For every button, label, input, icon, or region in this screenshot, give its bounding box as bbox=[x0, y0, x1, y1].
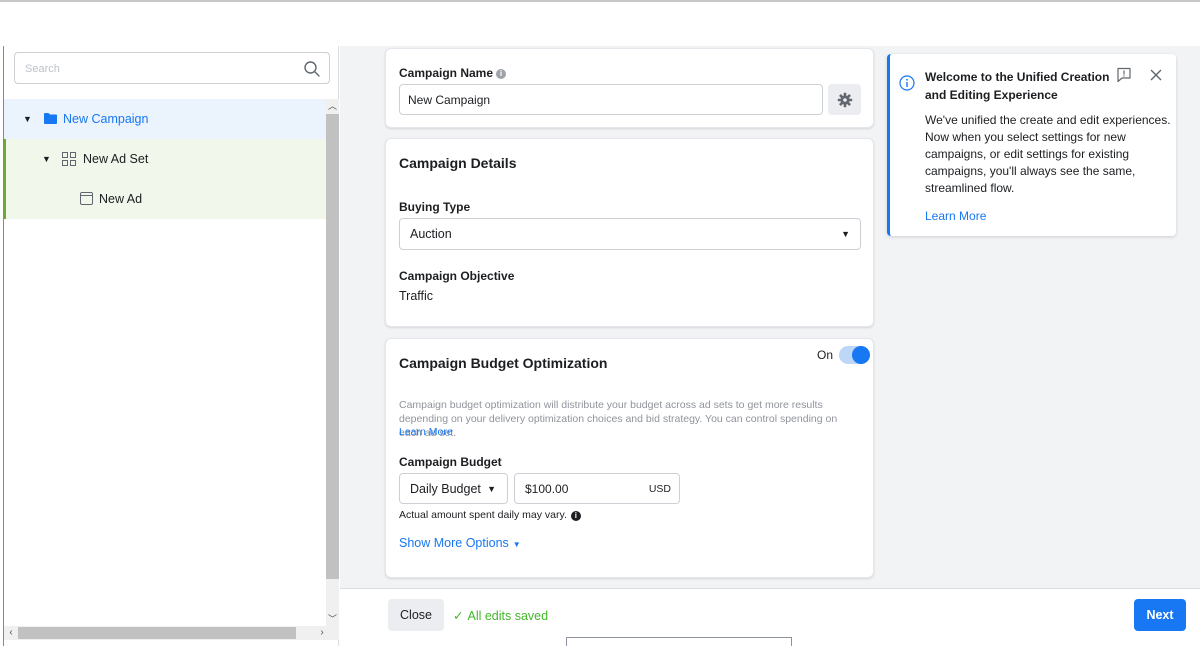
tree-item-campaign[interactable]: ▼ New Campaign bbox=[4, 99, 326, 139]
tree-item-ad[interactable]: New Ad bbox=[4, 179, 326, 219]
save-status: ✓ All edits saved bbox=[453, 609, 549, 623]
show-more-options-link[interactable]: Show More Options ▼ bbox=[399, 536, 521, 550]
welcome-title: Welcome to the Unified Creation and Edit… bbox=[925, 70, 1110, 102]
scroll-left-arrow[interactable]: ‹ bbox=[4, 626, 18, 640]
info-icon[interactable]: i bbox=[496, 69, 507, 79]
toggle-knob bbox=[852, 346, 870, 364]
editor-footer: Close ✓ All edits saved Next bbox=[340, 588, 1200, 646]
caret-down-icon: ▼ bbox=[512, 540, 521, 549]
adset-accent-bar bbox=[4, 139, 6, 219]
campaign-objective-value: Traffic bbox=[399, 289, 434, 303]
campaign-objective-label: Campaign Objective bbox=[399, 269, 515, 283]
campaign-name-input[interactable] bbox=[399, 84, 823, 115]
campaign-details-card: Campaign Details Buying Type Auction ▼ C… bbox=[385, 138, 874, 327]
vertical-scrollbar[interactable]: ︿ ﹀ bbox=[326, 99, 339, 626]
gear-icon bbox=[837, 92, 852, 107]
learn-more-link[interactable]: Learn More bbox=[399, 426, 453, 438]
budget-amount-value[interactable]: $100.00 bbox=[525, 482, 568, 496]
tree-item-label: New Ad Set bbox=[83, 152, 149, 166]
dropdown-arrow-icon: ▼ bbox=[841, 229, 850, 239]
tree-item-label: New Ad bbox=[99, 192, 143, 206]
campaign-name-label: Campaign Name i bbox=[399, 66, 507, 80]
scroll-up-arrow[interactable]: ︿ bbox=[326, 99, 339, 113]
tree-item-label: New Campaign bbox=[63, 112, 149, 126]
campaign-details-title: Campaign Details bbox=[399, 155, 517, 171]
buying-type-label: Buying Type bbox=[399, 200, 471, 214]
budget-type-select[interactable]: Daily Budget ▼ bbox=[399, 473, 508, 504]
welcome-body: We've unified the create and edit experi… bbox=[925, 113, 1171, 195]
checkmark-icon: ✓ bbox=[453, 609, 464, 623]
budget-optimization-description: Campaign budget optimization will distri… bbox=[399, 399, 838, 439]
welcome-panel: Welcome to the Unified Creation and Edit… bbox=[887, 54, 1176, 236]
campaign-budget-label: Campaign Budget bbox=[399, 455, 502, 469]
close-button[interactable]: Close bbox=[388, 599, 444, 631]
info-icon[interactable]: i bbox=[570, 511, 581, 521]
budget-type-value: Daily Budget bbox=[410, 482, 481, 496]
search-box[interactable] bbox=[14, 52, 330, 84]
budget-optimization-title: Campaign Budget Optimization bbox=[399, 355, 608, 371]
caret-down-icon[interactable]: ▼ bbox=[23, 114, 32, 124]
caret-down-icon[interactable]: ▼ bbox=[42, 154, 51, 164]
close-icon[interactable] bbox=[1149, 68, 1163, 82]
folder-icon bbox=[44, 113, 57, 124]
grid-icon bbox=[62, 152, 76, 166]
next-button[interactable]: Next bbox=[1134, 599, 1186, 631]
toggle-label: On bbox=[817, 348, 834, 362]
scrollbar-thumb[interactable] bbox=[326, 114, 339, 579]
budget-optimization-toggle[interactable] bbox=[839, 346, 870, 364]
feedback-icon[interactable] bbox=[1116, 67, 1132, 83]
budget-amount-field[interactable]: $100.00 USD bbox=[514, 473, 680, 504]
top-border bbox=[0, 0, 1200, 2]
scroll-right-arrow[interactable]: › bbox=[315, 626, 329, 640]
campaign-settings-button[interactable] bbox=[828, 84, 861, 115]
buying-type-value: Auction bbox=[410, 227, 452, 241]
campaign-name-card: Campaign Name i bbox=[385, 48, 874, 128]
footer-tab-outline bbox=[566, 637, 792, 646]
scrollbar-thumb[interactable] bbox=[18, 627, 296, 639]
welcome-learn-more-link[interactable]: Learn More bbox=[925, 209, 986, 223]
currency-label: USD bbox=[648, 483, 671, 495]
search-input[interactable] bbox=[25, 60, 295, 78]
tree-item-adset[interactable]: ▼ New Ad Set bbox=[4, 139, 326, 179]
buying-type-select[interactable]: Auction ▼ bbox=[399, 218, 861, 250]
campaign-tree-sidebar: ▼ New Campaign ▼ New Ad Set New Ad bbox=[4, 46, 339, 646]
campaign-tree: ▼ New Campaign ▼ New Ad Set New Ad bbox=[4, 99, 326, 224]
horizontal-scrollbar[interactable]: ‹ › bbox=[4, 626, 339, 640]
search-icon[interactable] bbox=[303, 60, 321, 78]
ad-icon bbox=[80, 192, 93, 205]
scroll-down-arrow[interactable]: ﹀ bbox=[326, 612, 339, 626]
budget-optimization-card: Campaign Budget Optimization On Campaign… bbox=[385, 338, 874, 578]
editor-panel: Campaign Namei Campaign Detai bbox=[340, 46, 1200, 588]
dropdown-arrow-icon: ▼ bbox=[487, 484, 496, 494]
info-icon bbox=[899, 75, 915, 91]
budget-note: Actual amount spent daily may vary. i bbox=[399, 509, 581, 521]
